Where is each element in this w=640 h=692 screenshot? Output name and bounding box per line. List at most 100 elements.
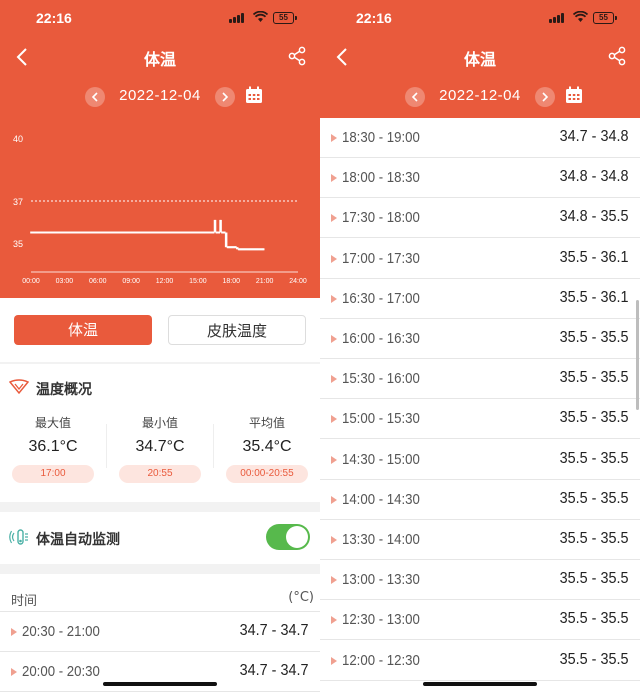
list-item-range: 12:00 - 12:30 [342,651,420,669]
expand-icon [11,668,17,676]
list-item[interactable]: 12:30 - 13:00 35.5 - 35.5 [320,600,640,641]
list-item-temp: 34.7 - 34.8 [559,128,628,145]
x-tick-label: 09:00 [122,278,140,285]
list-item-range: 16:00 - 16:30 [342,330,420,347]
data-bar [225,232,228,248]
expand-icon [331,576,337,585]
next-date-icon[interactable] [535,87,555,107]
expand-icon [331,134,337,142]
list-item[interactable]: 16:00 - 16:30 35.5 - 35.5 [320,319,640,359]
list-item-temp: 35.5 - 35.5 [559,449,628,467]
time-range-list[interactable]: 18:30 - 19:00 34.7 - 34.8 18:00 - 18:30 34.… [320,118,640,692]
list-item-range: 12:30 - 13:00 [342,611,420,629]
list-item-range: 13:30 - 14:00 [342,531,420,548]
date-label[interactable]: 2022-12-04 [430,87,530,104]
auto-monitor-toggle[interactable] [266,524,310,550]
nav-bar: 体温 [0,38,320,76]
stat-avg-label: 平均值 [248,416,285,430]
list-item-temp: 35.5 - 36.1 [559,248,628,266]
list-item-temp: 35.5 - 35.5 [559,530,628,547]
next-date-icon[interactable] [215,87,235,107]
share-icon[interactable] [288,46,306,66]
x-tick-label: 03:00 [56,278,74,285]
x-tick-label: 18:00 [222,278,240,285]
share-icon[interactable] [608,46,626,66]
list-item-temp: 34.7 - 34.7 [239,662,308,679]
stat-max-value: 36.1°C [28,438,78,455]
expand-icon [331,174,337,183]
list-item-temp: 35.5 - 35.5 [559,610,628,628]
battery-icon: 55 [273,12,297,24]
list-item-temp: 35.5 - 36.1 [559,288,628,306]
expand-icon [331,335,337,343]
list-item-range: 18:30 - 19:00 [342,129,420,146]
status-bar: 22:16 55 [0,0,320,38]
list-item-temp: 34.7 - 34.7 [239,622,308,639]
prev-date-icon[interactable] [85,87,105,107]
home-indicator [423,682,537,686]
signal-icon [229,13,244,23]
data-bar [214,219,217,233]
page-title: 体温 [143,50,176,69]
overview-card: 温度概况 最大值 36.1°C 17:00 最小值 34.7°C 20:55 平… [0,364,320,502]
stat-avg-value: 35.4°C [242,438,292,455]
x-tick-label: 15:00 [189,278,207,285]
battery-icon: 55 [593,12,617,24]
expand-icon [331,214,337,223]
list-item-range: 20:30 - 21:00 [22,623,100,640]
list-item[interactable]: 13:30 - 14:00 35.5 - 35.5 [320,520,640,560]
list-item-range: 15:00 - 15:30 [342,410,420,428]
tab-bar: 体温 皮肤温度 [0,298,320,362]
list-item[interactable]: 14:00 - 14:30 35.5 - 35.5 [320,479,640,520]
list-item[interactable]: 13:00 - 13:30 35.5 - 35.5 [320,560,640,601]
stat-min-label: 最小值 [141,416,178,430]
list-section: 时间 (°C) 20:30 - 21:00 34.7 - 34.7 20:00 … [0,574,320,692]
expand-icon [11,628,17,636]
list-item-range: 16:30 - 17:00 [342,289,420,307]
expand-icon [331,375,337,384]
date-label[interactable]: 2022-12-04 [110,87,210,104]
date-selector: 2022-12-04 [0,84,320,110]
expand-icon [331,415,337,424]
expand-icon [331,254,337,263]
list-item[interactable]: 17:00 - 17:30 35.5 - 36.1 [320,238,640,279]
temperature-chart: 40 37 35 00:00 03:00 06:00 09:00 12:00 15:00 18:0… [13,134,307,285]
list-item[interactable]: 18:30 - 19:00 34.7 - 34.8 [320,118,640,158]
list-item[interactable]: 20:00 - 20:30 34.7 - 34.7 [0,652,320,692]
expand-icon [331,455,337,464]
tab-body-temp[interactable]: 体温 [14,315,152,345]
list-item[interactable]: 12:00 - 12:30 35.5 - 35.5 [320,640,640,681]
list-item-temp: 35.5 - 35.5 [559,329,628,346]
scrollbar[interactable] [636,300,639,410]
list-header-unit: (°C) [288,590,314,605]
monitor-icon [9,529,28,545]
list-item[interactable]: 15:00 - 15:30 35.5 - 35.5 [320,399,640,440]
list-item-temp: 35.5 - 35.5 [559,650,628,668]
expand-icon [331,294,337,303]
stat-max-time: 17:00 [12,465,94,483]
calendar-icon[interactable] [565,86,583,104]
y-tick-label: 40 [13,134,23,144]
calendar-icon[interactable] [245,86,263,104]
list-item[interactable]: 16:30 - 17:00 35.5 - 36.1 [320,278,640,319]
phone-screen-right: 22:16 55 体温 2022-12-04 18:30 - 19:00 34.7… [320,0,640,692]
stat-max-label: 最大值 [34,416,71,430]
list-item[interactable]: 20:30 - 21:00 34.7 - 34.7 [0,612,320,652]
prev-date-icon[interactable] [405,87,425,107]
list-item-temp: 34.8 - 35.5 [559,208,628,226]
expand-icon [331,616,337,625]
tab-skin-temp[interactable]: 皮肤温度 [168,315,306,345]
list-item[interactable]: 14:30 - 15:00 35.5 - 35.5 [320,439,640,480]
expand-icon [331,656,337,665]
list-item-range: 14:30 - 15:00 [342,450,420,468]
x-tick-label: 06:00 [89,278,107,285]
list-item[interactable]: 17:30 - 18:00 34.8 - 35.5 [320,198,640,239]
expand-icon [331,495,337,504]
wifi-icon [253,11,268,22]
list-item-temp: 35.5 - 35.5 [559,369,628,387]
list-item[interactable]: 18:00 - 18:30 34.8 - 34.8 [320,158,640,199]
list-item-range: 18:00 - 18:30 [342,169,420,187]
list-item[interactable]: 15:30 - 16:00 35.5 - 35.5 [320,359,640,400]
list-item-temp: 34.8 - 34.8 [559,168,628,186]
auto-monitor-row: 体温自动监测 [0,512,320,564]
